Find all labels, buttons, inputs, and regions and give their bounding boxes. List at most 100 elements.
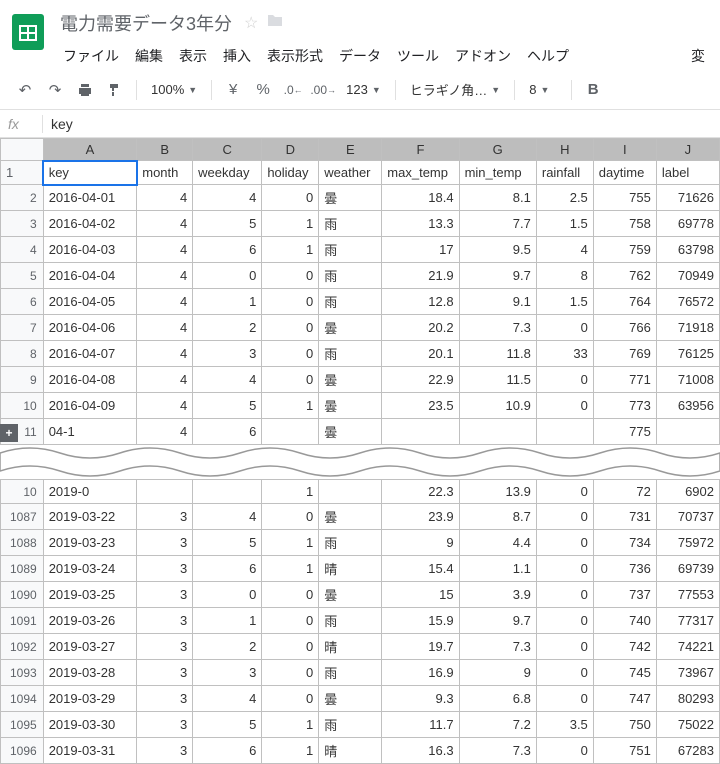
cell[interactable]: 3 xyxy=(193,341,262,367)
cell[interactable]: max_temp xyxy=(382,161,459,185)
cell[interactable]: 771 xyxy=(593,367,656,393)
cell[interactable]: 21.9 xyxy=(382,263,459,289)
cell[interactable]: 1.1 xyxy=(459,556,536,582)
cell[interactable]: 2016-04-01 xyxy=(43,185,137,211)
col-header[interactable]: G xyxy=(459,139,536,161)
row-number[interactable]: 1094 xyxy=(1,686,44,712)
cell[interactable]: 6 xyxy=(193,738,262,764)
cell[interactable]: 63956 xyxy=(656,393,719,419)
cell[interactable]: min_temp xyxy=(459,161,536,185)
cell[interactable]: 75972 xyxy=(656,530,719,556)
row-number[interactable]: 8 xyxy=(1,341,44,367)
cell[interactable]: 75022 xyxy=(656,712,719,738)
menu-view[interactable]: 表示 xyxy=(172,42,214,70)
cell[interactable]: 2016-04-02 xyxy=(43,211,137,237)
cell[interactable]: 雨 xyxy=(319,341,382,367)
cell[interactable]: 23.9 xyxy=(382,504,459,530)
cell[interactable]: 6.8 xyxy=(459,686,536,712)
cell[interactable]: 0 xyxy=(262,367,319,393)
decrease-decimal-button[interactable]: .0← xyxy=(280,77,306,103)
cell[interactable]: 4 xyxy=(137,237,193,263)
cell[interactable]: 80293 xyxy=(656,686,719,712)
cell[interactable]: 72 xyxy=(593,480,656,504)
cell[interactable]: 9 xyxy=(382,530,459,556)
cell[interactable]: 0 xyxy=(536,634,593,660)
cell[interactable]: 15.4 xyxy=(382,556,459,582)
cell[interactable]: 0 xyxy=(262,289,319,315)
cell[interactable] xyxy=(656,419,719,445)
cell[interactable]: 758 xyxy=(593,211,656,237)
cell[interactable]: 9.5 xyxy=(459,237,536,263)
cell[interactable]: 曇 xyxy=(319,185,382,211)
cell[interactable]: label xyxy=(656,161,719,185)
cell[interactable]: 1 xyxy=(262,530,319,556)
cell[interactable]: 0 xyxy=(536,504,593,530)
cell[interactable]: 2016-04-05 xyxy=(43,289,137,315)
cell[interactable]: 0 xyxy=(536,393,593,419)
cell[interactable]: 22.3 xyxy=(382,480,459,504)
data-table-bottom[interactable]: 102019-0122.313.9072690210872019-03-2234… xyxy=(0,479,720,764)
menu-edit[interactable]: 編集 xyxy=(128,42,170,70)
document-title[interactable]: 電力需要データ3年分 xyxy=(56,8,236,38)
cell[interactable]: 6 xyxy=(193,237,262,263)
formula-value[interactable]: key xyxy=(51,116,73,132)
cell[interactable]: 1 xyxy=(262,393,319,419)
row-number[interactable]: 1093 xyxy=(1,660,44,686)
cell[interactable]: 3 xyxy=(137,582,193,608)
currency-button[interactable]: ¥ xyxy=(220,77,246,103)
cell[interactable]: 3 xyxy=(137,504,193,530)
cell[interactable]: 1 xyxy=(262,480,319,504)
cell[interactable]: 23.5 xyxy=(382,393,459,419)
cell[interactable]: 759 xyxy=(593,237,656,263)
row-number[interactable]: 7 xyxy=(1,315,44,341)
cell[interactable] xyxy=(459,419,536,445)
cell[interactable]: 2 xyxy=(193,315,262,341)
cell[interactable]: 0 xyxy=(536,660,593,686)
cell[interactable]: 0 xyxy=(262,315,319,341)
cell[interactable]: 7.2 xyxy=(459,712,536,738)
cell[interactable]: 76125 xyxy=(656,341,719,367)
cell[interactable]: 3 xyxy=(137,556,193,582)
menu-help[interactable]: ヘルプ xyxy=(520,42,576,70)
cell[interactable]: 3 xyxy=(137,712,193,738)
row-number[interactable]: 1091 xyxy=(1,608,44,634)
cell[interactable]: 4 xyxy=(137,419,193,445)
cell[interactable]: 2.5 xyxy=(536,185,593,211)
cell[interactable]: 0 xyxy=(536,608,593,634)
cell[interactable]: 3 xyxy=(137,686,193,712)
cell[interactable]: 4 xyxy=(193,686,262,712)
cell[interactable]: weekday xyxy=(193,161,262,185)
cell[interactable]: month xyxy=(137,161,193,185)
cell[interactable]: 4 xyxy=(137,315,193,341)
cell[interactable]: 1.5 xyxy=(536,211,593,237)
undo-icon[interactable]: ↶ xyxy=(12,77,38,103)
cell[interactable]: 4 xyxy=(137,393,193,419)
cell[interactable]: 雨 xyxy=(319,712,382,738)
cell[interactable]: 5 xyxy=(193,712,262,738)
cell[interactable]: 2016-04-09 xyxy=(43,393,137,419)
cell[interactable]: 3 xyxy=(137,530,193,556)
cell[interactable]: 9.3 xyxy=(382,686,459,712)
cell[interactable]: 67283 xyxy=(656,738,719,764)
row-number[interactable]: 10 xyxy=(1,393,44,419)
cell[interactable]: 3 xyxy=(137,738,193,764)
cell[interactable]: 9.7 xyxy=(459,608,536,634)
cell[interactable]: 2019-03-25 xyxy=(43,582,137,608)
col-header[interactable]: D xyxy=(262,139,319,161)
cell[interactable]: 16.3 xyxy=(382,738,459,764)
sheets-logo-icon[interactable] xyxy=(8,12,48,52)
cell[interactable]: 734 xyxy=(593,530,656,556)
spreadsheet[interactable]: + A B C D E F G H I J 1keymonthweekdayho… xyxy=(0,138,720,764)
cell[interactable]: 20.1 xyxy=(382,341,459,367)
cell[interactable]: 77553 xyxy=(656,582,719,608)
cell[interactable]: 0 xyxy=(536,738,593,764)
row-number[interactable]: 3 xyxy=(1,211,44,237)
cell[interactable]: 775 xyxy=(593,419,656,445)
cell[interactable]: 4 xyxy=(137,263,193,289)
data-table[interactable]: A B C D E F G H I J 1keymonthweekdayholi… xyxy=(0,138,720,445)
paint-format-icon[interactable] xyxy=(102,77,128,103)
cell[interactable]: 11.7 xyxy=(382,712,459,738)
cell[interactable]: 8 xyxy=(536,263,593,289)
cell[interactable]: 0 xyxy=(262,608,319,634)
cell[interactable]: 7.3 xyxy=(459,738,536,764)
